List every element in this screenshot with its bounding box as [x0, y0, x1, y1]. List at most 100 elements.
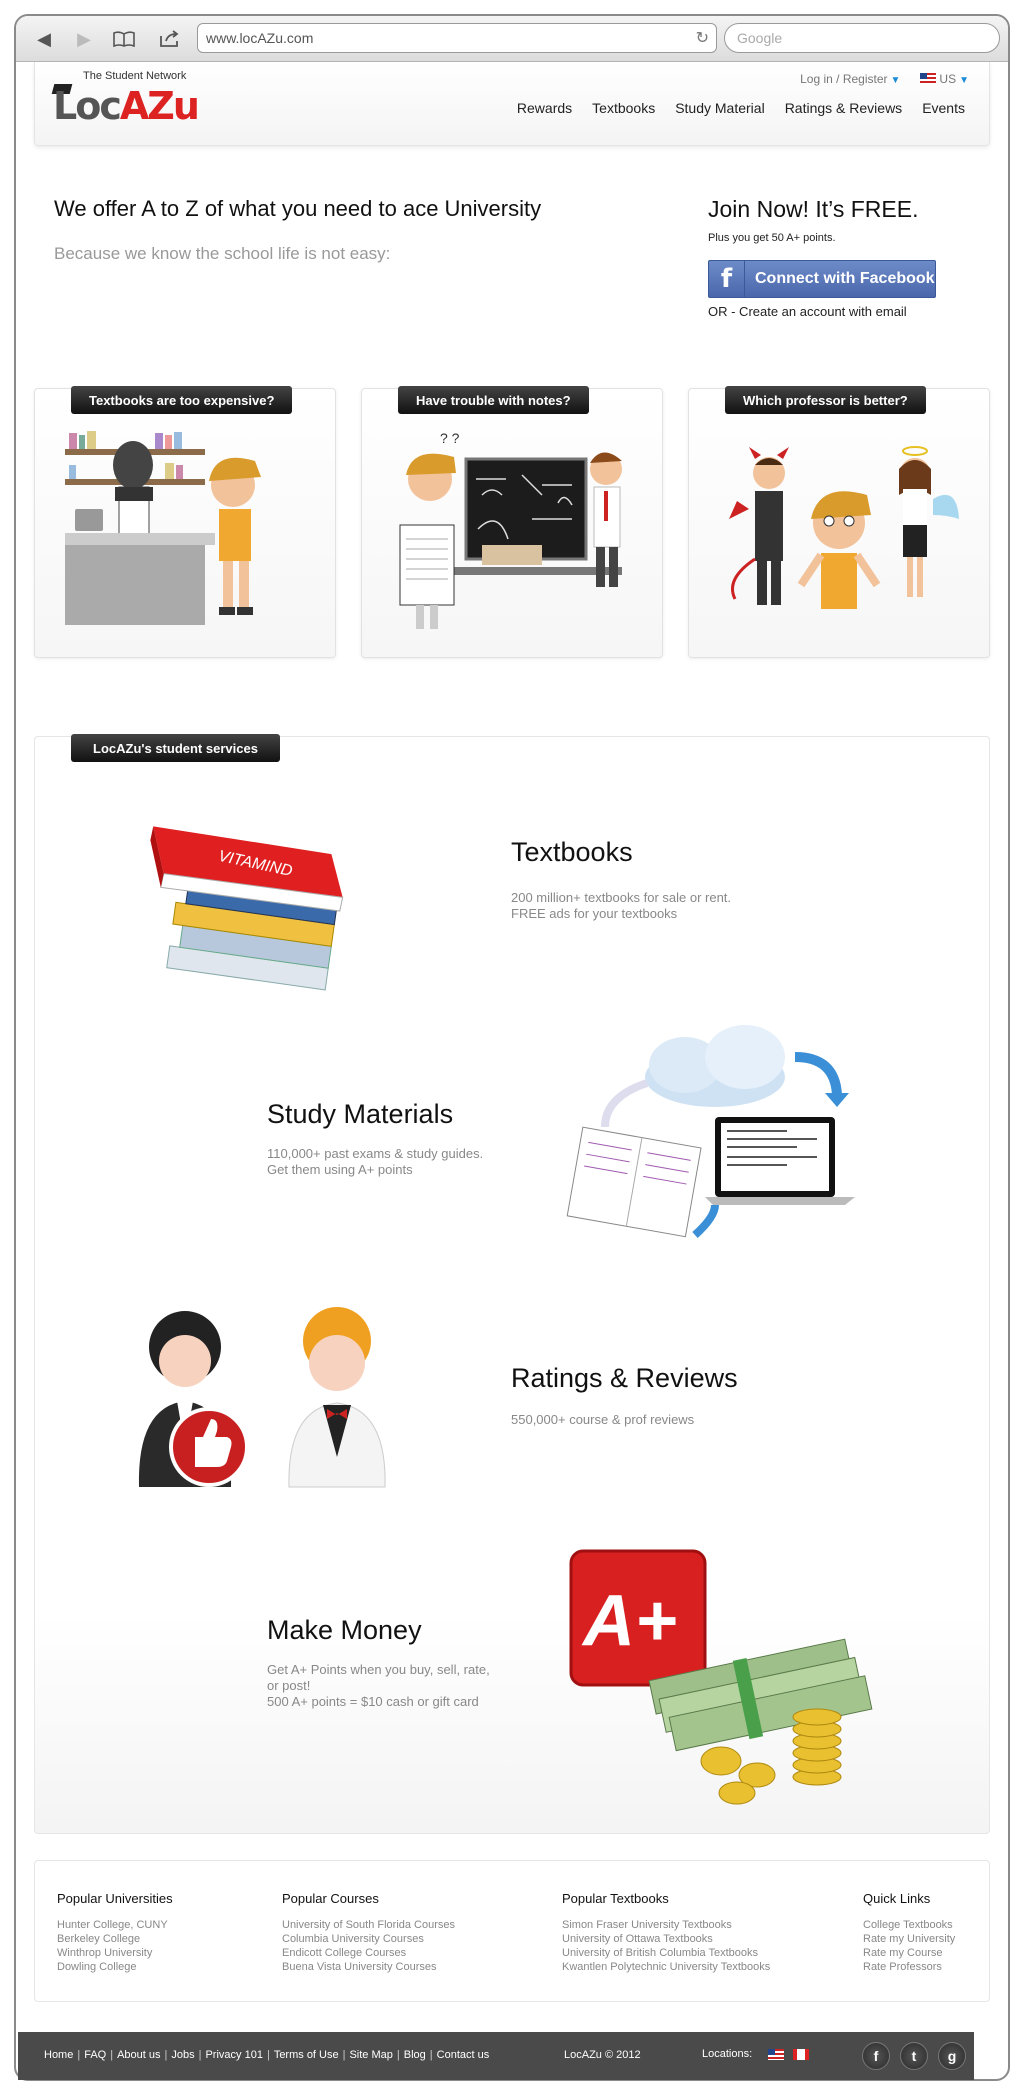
footer-column-title: Popular Universities: [57, 1891, 173, 1906]
footer-link[interactable]: Rate my University: [863, 1932, 955, 1946]
join-title: Join Now! It’s FREE.: [708, 196, 919, 222]
footer-link[interactable]: Buena Vista University Courses: [282, 1960, 455, 1974]
footer-column-title: Popular Textbooks: [562, 1891, 669, 1906]
textbook-store-illustration: [65, 431, 261, 625]
footer-link[interactable]: Rate Professors: [863, 1960, 955, 1974]
footer-link[interactable]: Simon Fraser University Textbooks: [562, 1918, 770, 1932]
search-placeholder: Google: [737, 30, 783, 46]
locazu-logo[interactable]: The Student Network LocAZu: [51, 68, 203, 128]
bottom-link-privacy[interactable]: Privacy 101: [205, 2049, 262, 2061]
svg-text:? ?: ? ?: [440, 430, 460, 446]
bottom-link-sitemap[interactable]: Site Map: [349, 2049, 392, 2061]
chevron-down-icon: ▼: [890, 75, 901, 86]
us-flag-icon: [920, 73, 937, 84]
textbooks-stack-illustration: VITAMIND: [150, 826, 344, 991]
bookmarks-icon[interactable]: [110, 26, 138, 52]
canada-flag-icon[interactable]: [793, 2048, 810, 2060]
copyright: LocAZu © 2012: [564, 2049, 641, 2061]
nav-events[interactable]: Events: [922, 100, 965, 116]
account-links: Log in / Register ▼ US ▼: [800, 72, 969, 86]
url-text: www.locAZu.com: [206, 30, 314, 46]
main-nav: Rewards Textbooks Study Material Ratings…: [517, 100, 965, 116]
nav-ratings-reviews[interactable]: Ratings & Reviews: [785, 100, 903, 116]
professor-choice-illustration: [729, 446, 959, 609]
login-register-link[interactable]: Log in / Register ▼: [800, 72, 900, 86]
card-label: Have trouble with notes?: [398, 386, 589, 414]
nav-textbooks[interactable]: Textbooks: [592, 100, 655, 116]
back-icon[interactable]: ◀: [30, 26, 58, 52]
footer-link[interactable]: University of British Columbia Textbooks: [562, 1946, 770, 1960]
facebook-connect-button[interactable]: f Connect with Facebook: [708, 260, 936, 298]
hero-subtitle: Because we know the school life is not e…: [54, 244, 391, 263]
footer-link[interactable]: University of South Florida Courses: [282, 1918, 455, 1932]
search-input[interactable]: Google: [724, 23, 1000, 53]
problem-card-professor[interactable]: Which professor is better?: [688, 386, 990, 658]
problem-card-textbooks[interactable]: Textbooks are too expensive?: [34, 386, 336, 658]
forward-icon[interactable]: ▶: [70, 26, 98, 52]
locale-selector[interactable]: US ▼: [920, 72, 969, 86]
twitter-icon[interactable]: t: [900, 2042, 928, 2070]
bottom-nav: Home | FAQ | About us | Jobs | Privacy 101 | …: [44, 2049, 490, 2061]
nav-study-material[interactable]: Study Material: [675, 100, 764, 116]
footer-column-quick-links: Quick Links College Textbooks Rate my Un…: [863, 1891, 955, 1974]
notes-trouble-illustration: ? ?: [399, 430, 622, 629]
footer-link[interactable]: University of Ottawa Textbooks: [562, 1932, 770, 1946]
us-flag-icon[interactable]: [768, 2048, 785, 2060]
service-title-ratings-reviews[interactable]: Ratings & Reviews: [511, 1363, 738, 1394]
footer-column-title: Popular Courses: [282, 1891, 379, 1906]
service-title-textbooks[interactable]: Textbooks: [511, 837, 633, 868]
service-desc-make-money: Get A+ Points when you buy, sell, rate, …: [267, 1662, 490, 1709]
service-title-study-materials[interactable]: Study Materials: [267, 1099, 453, 1130]
bottom-link-blog[interactable]: Blog: [404, 2049, 426, 2061]
bottom-link-about[interactable]: About us: [117, 2049, 160, 2061]
share-icon[interactable]: [156, 26, 184, 52]
footer-link[interactable]: Winthrop University: [57, 1946, 173, 1960]
bottom-link-home[interactable]: Home: [44, 2049, 73, 2061]
footer-links-panel: Popular Universities Hunter College, CUN…: [34, 1860, 990, 2002]
facebook-icon[interactable]: f: [862, 2042, 890, 2070]
hero-title: We offer A to Z of what you need to ace …: [54, 196, 542, 221]
service-title-make-money[interactable]: Make Money: [267, 1615, 422, 1646]
footer-link[interactable]: Rate my Course: [863, 1946, 955, 1960]
locations-label: Locations:: [702, 2048, 753, 2060]
ratings-reviews-avatars-illustration: [138, 1307, 386, 1488]
bottom-bar: Home | FAQ | About us | Jobs | Privacy 101 | …: [18, 2032, 974, 2080]
bottom-link-jobs[interactable]: Jobs: [171, 2049, 194, 2061]
site-header: The Student Network LocAZu Log in / Regi…: [34, 62, 990, 146]
footer-column-textbooks: Popular Textbooks Simon Fraser Universit…: [562, 1891, 770, 1974]
bottom-link-faq[interactable]: FAQ: [84, 2049, 106, 2061]
locations: Locations:: [702, 2048, 812, 2060]
logo-wordmark: LocAZu: [53, 84, 200, 128]
aplus-badge-text: A+: [581, 1581, 677, 1661]
card-label: Textbooks are too expensive?: [71, 386, 293, 414]
footer-link[interactable]: Columbia University Courses: [282, 1932, 455, 1946]
student-services-section: LocAZu's student services VITAMIND Textb…: [34, 734, 990, 1834]
facebook-icon: f: [709, 261, 745, 297]
browser-toolbar: ◀ ▶ www.locAZu.com ↻ Google: [16, 16, 1008, 62]
url-input[interactable]: www.locAZu.com ↻: [197, 23, 717, 53]
bottom-link-contact[interactable]: Contact us: [437, 2049, 490, 2061]
facebook-button-label: Connect with Facebook: [755, 270, 935, 287]
footer-link[interactable]: Dowling College: [57, 1960, 173, 1974]
logo-tagline: The Student Network: [83, 70, 187, 82]
footer-column-title: Quick Links: [863, 1891, 931, 1906]
footer-column-universities: Popular Universities Hunter College, CUN…: [57, 1891, 173, 1974]
footer-link[interactable]: College Textbooks: [863, 1918, 955, 1932]
services-heading: LocAZu's student services: [71, 734, 280, 762]
study-materials-cloud-illustration: [566, 1025, 855, 1238]
service-desc-ratings-reviews: 550,000+ course & prof reviews: [511, 1412, 695, 1427]
footer-link[interactable]: Berkeley College: [57, 1932, 173, 1946]
footer-link[interactable]: Endicott College Courses: [282, 1946, 455, 1960]
chevron-down-icon: ▼: [959, 75, 969, 86]
join-points-text: Plus you get 50 A+ points.: [708, 232, 836, 244]
footer-link[interactable]: Kwantlen Polytechnic University Textbook…: [562, 1960, 770, 1974]
problem-card-notes[interactable]: Have trouble with notes? ? ?: [361, 386, 663, 658]
google-plus-icon[interactable]: g: [938, 2042, 966, 2070]
reload-icon[interactable]: ↻: [696, 28, 709, 48]
service-desc-textbooks: 200 million+ textbooks for sale or rent.…: [511, 890, 732, 921]
card-label: Which professor is better?: [725, 386, 926, 414]
bottom-link-terms[interactable]: Terms of Use: [274, 2049, 339, 2061]
create-account-email-link[interactable]: OR - Create an account with email: [708, 304, 907, 319]
footer-link[interactable]: Hunter College, CUNY: [57, 1918, 173, 1932]
nav-rewards[interactable]: Rewards: [517, 100, 572, 116]
